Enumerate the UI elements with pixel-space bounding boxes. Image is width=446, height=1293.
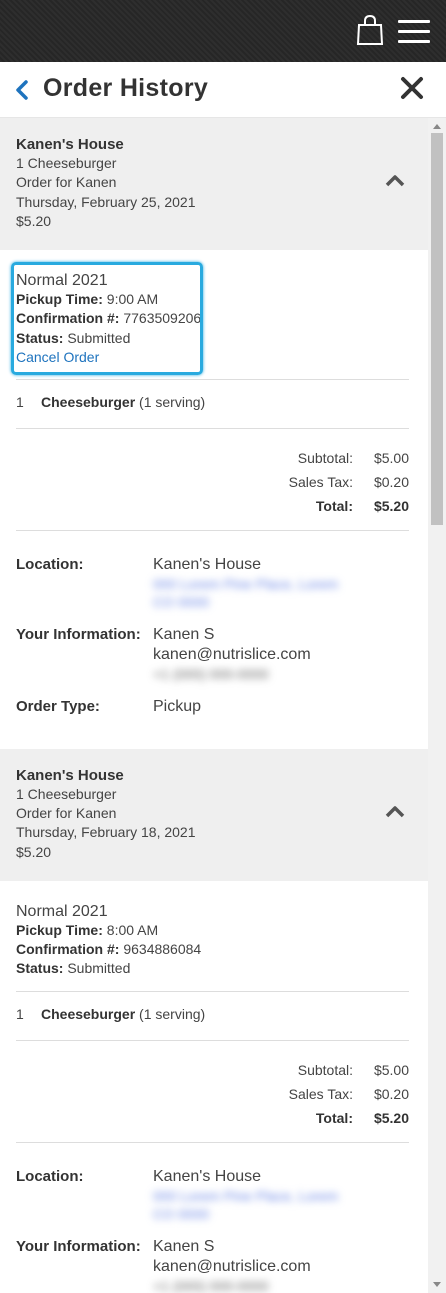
top-bar [0, 0, 446, 62]
location-name: Kanen's House [153, 1167, 262, 1185]
customer-name: Kanen S [153, 1237, 215, 1255]
order-date: Thursday, February 18, 2021 [16, 824, 196, 841]
location-address: 000 Lorem Pine Place, Lorem [153, 575, 339, 592]
page-title: Order History [43, 74, 209, 102]
customer-email: kanen@nutrislice.com [153, 1257, 311, 1275]
order-meta: Location: Kanen's House 000 Lorem Pine P… [16, 1167, 339, 1293]
order-summary: 1 Cheeseburger [16, 155, 117, 171]
page-header: Order History [0, 62, 446, 118]
confirmation-number: Confirmation #: 9634886084 [16, 941, 202, 958]
order-list[interactable]: Kanen's House 1 Cheeseburger Order for K… [0, 118, 428, 1293]
total-value: $5.20 [373, 1109, 409, 1126]
order-for: Order for Kanen [16, 805, 117, 822]
customer-email: kanen@nutrislice.com [153, 645, 311, 663]
customer-phone: +1 (000) 000-0000 [153, 665, 269, 682]
subtotal-value: $5.00 [373, 449, 409, 466]
chevron-left-icon[interactable] [14, 80, 30, 100]
sales-tax-value: $0.20 [373, 473, 409, 490]
location-address: 000 Lorem Pine Place, Lorem [153, 1187, 339, 1204]
pickup-time: Pickup Time: 8:00 AM [16, 921, 159, 938]
scroll-up-arrow-icon[interactable] [433, 124, 441, 129]
order-status: Status: Submitted [16, 960, 131, 977]
order-detail: Normal 2021 Pickup Time: 8:00 AM Confirm… [0, 881, 428, 1293]
highlight-box [11, 262, 203, 375]
order-type: Pickup [153, 697, 202, 715]
order-info: Normal 2021 Pickup Time: 8:00 AM Confirm… [16, 881, 409, 992]
scrollbar-thumb[interactable] [431, 133, 443, 525]
order-summary-header[interactable]: Kanen's House 1 Cheeseburger Order for K… [0, 748, 428, 881]
chevron-up-icon[interactable] [385, 173, 405, 187]
shopping-bag-icon[interactable] [356, 14, 384, 46]
order-meta: Location: Kanen's House 000 Lorem Pine P… [16, 555, 339, 715]
plan-name: Normal 2021 [16, 902, 108, 920]
order-location: Kanen's House [16, 766, 124, 784]
order-totals: Subtotal: $5.00 Sales Tax: $0.20 Total: $5.… [16, 1041, 409, 1143]
order-for: Order for Kanen [16, 174, 117, 191]
order-price: $5.20 [16, 843, 52, 860]
close-icon[interactable] [398, 74, 426, 102]
scrollbar[interactable] [428, 118, 446, 1293]
order-summary-header[interactable]: Kanen's House 1 Cheeseburger Order for K… [0, 118, 428, 250]
list-item: 1 Cheeseburger (1 serving) [16, 992, 409, 1041]
order-detail: Normal 2021 Pickup Time: 9:00 AM Confirm… [0, 250, 428, 749]
order-date: Thursday, February 25, 2021 [16, 193, 196, 210]
total-value: $5.20 [373, 497, 409, 514]
chevron-up-icon[interactable] [385, 804, 405, 818]
scroll-down-arrow-icon[interactable] [433, 1282, 441, 1287]
order-summary: 1 Cheeseburger [16, 785, 117, 802]
location-name: Kanen's House [153, 555, 262, 573]
list-item: 1 Cheeseburger (1 serving) [16, 380, 409, 429]
customer-name: Kanen S [153, 625, 215, 643]
subtotal-value: $5.00 [373, 1061, 409, 1078]
order-totals: Subtotal: $5.00 Sales Tax: $0.20 Total: $5.… [16, 429, 409, 531]
customer-phone: +1 (000) 000-0000 [153, 1277, 269, 1293]
sales-tax-value: $0.20 [373, 1085, 409, 1102]
order-location: Kanen's House [16, 136, 124, 153]
order-info: Normal 2021 Pickup Time: 9:00 AM Confirm… [11, 250, 409, 380]
order-price: $5.20 [16, 212, 52, 229]
hamburger-menu-icon[interactable] [398, 20, 430, 44]
